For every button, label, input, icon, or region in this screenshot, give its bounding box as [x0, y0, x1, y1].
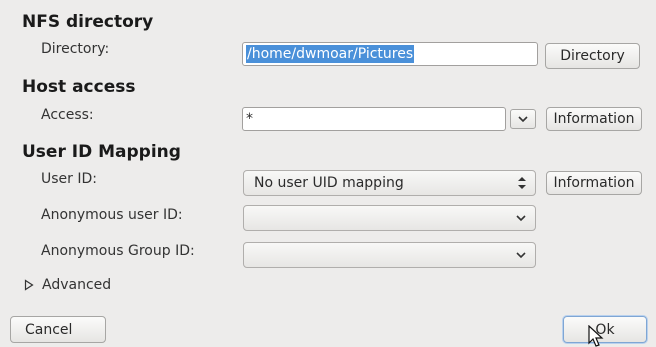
advanced-expander[interactable]: Advanced — [24, 276, 111, 294]
directory-label: Directory: — [41, 41, 110, 57]
section-title-host-access: Host access — [22, 77, 136, 97]
anonymous-group-id-label: Anonymous Group ID: — [41, 243, 195, 259]
anonymous-group-id-select[interactable] — [243, 242, 536, 268]
access-input[interactable]: * — [242, 107, 506, 131]
updown-arrows-icon — [518, 177, 526, 189]
anonymous-user-id-label: Anonymous user ID: — [41, 207, 183, 223]
ok-button[interactable]: Ok — [563, 316, 647, 343]
user-id-select[interactable]: No user UID mapping — [243, 170, 536, 196]
user-id-information-button[interactable]: Information — [546, 171, 642, 195]
access-label: Access: — [41, 107, 94, 123]
chevron-down-icon — [516, 252, 526, 259]
access-value: * — [246, 111, 253, 127]
section-title-nfs-directory: NFS directory — [22, 12, 154, 32]
user-id-label: User ID: — [41, 171, 97, 187]
user-id-value: No user UID mapping — [254, 175, 404, 191]
directory-input[interactable]: /home/dwmoar/Pictures — [242, 42, 538, 66]
mouse-pointer-icon — [588, 325, 604, 347]
access-information-button[interactable]: Information — [546, 107, 642, 131]
chevron-down-icon — [516, 215, 526, 222]
triangle-right-icon — [24, 279, 34, 291]
anonymous-user-id-select[interactable] — [243, 205, 536, 231]
chevron-down-icon — [518, 116, 528, 123]
section-title-user-id-mapping: User ID Mapping — [22, 142, 181, 162]
advanced-label: Advanced — [42, 277, 112, 293]
directory-value: /home/dwmoar/Pictures — [246, 45, 415, 63]
directory-button[interactable]: Directory — [545, 43, 640, 69]
access-dropdown-button[interactable] — [510, 109, 536, 129]
cancel-button[interactable]: Cancel — [10, 316, 106, 343]
